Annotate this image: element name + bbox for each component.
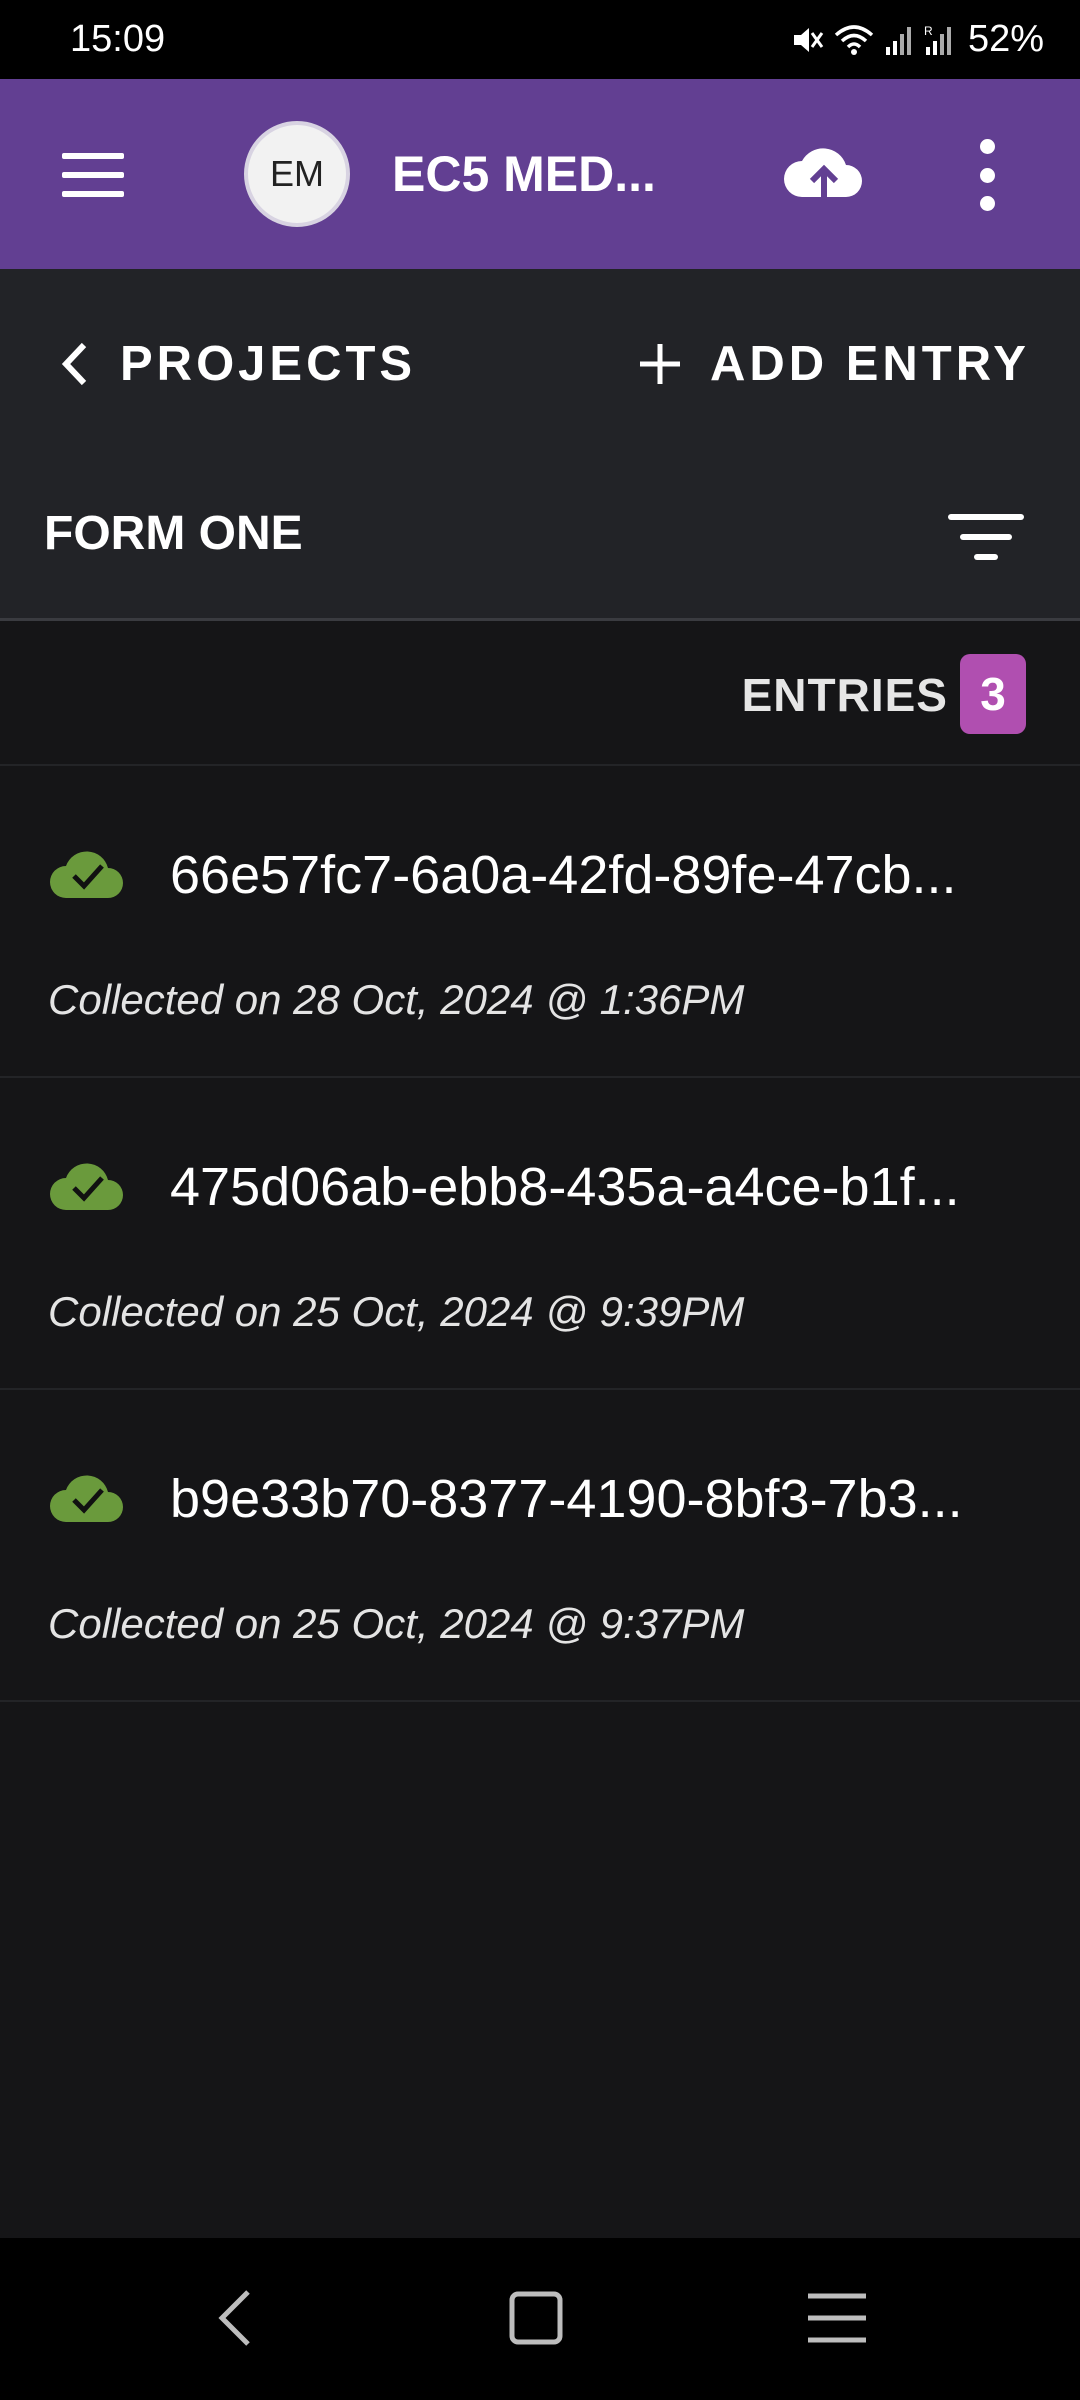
entries-header: ENTRIES 3: [0, 624, 1080, 766]
roaming-signal-icon: R: [924, 24, 951, 55]
form-title: FORM ONE: [44, 507, 303, 560]
back-to-projects-button[interactable]: PROJECTS: [60, 320, 416, 408]
status-right: R 52%: [790, 18, 1044, 61]
nav-recents-icon[interactable]: [806, 2290, 868, 2346]
chevron-left-icon: [61, 342, 87, 386]
app-bar: EM EC5 MED...: [0, 79, 1080, 269]
entry-row[interactable]: 66e57fc7-6a0a-42fd-89fe-47cb... Collecte…: [0, 768, 1080, 1078]
add-entry-button[interactable]: ADD ENTRY: [638, 320, 1030, 408]
entries-label: ENTRIES: [741, 669, 948, 721]
cloud-synced-icon: [50, 1475, 123, 1522]
cloud-upload-icon[interactable]: [780, 137, 868, 213]
status-time: 15:09: [70, 18, 166, 60]
entry-row[interactable]: 475d06ab-ebb8-435a-a4ce-b1f... Collected…: [0, 1080, 1080, 1390]
entry-title: 66e57fc7-6a0a-42fd-89fe-47cb...: [170, 845, 957, 905]
hamburger-menu-icon[interactable]: [62, 153, 124, 197]
project-title: EC5 MED...: [392, 146, 656, 202]
nav-back-icon[interactable]: [206, 2288, 266, 2348]
mute-icon: [793, 27, 824, 52]
filter-icon[interactable]: [946, 512, 1026, 564]
entry-title: 475d06ab-ebb8-435a-a4ce-b1f...: [170, 1157, 960, 1217]
status-bar: 15:09 R 52%: [0, 0, 1080, 79]
cloud-synced-icon: [50, 1163, 123, 1210]
nav-home-icon[interactable]: [508, 2290, 564, 2346]
back-label: PROJECTS: [120, 337, 417, 391]
status-icons: R: [790, 23, 954, 57]
avatar[interactable]: EM: [244, 121, 350, 227]
entry-collected-date: Collected on 25 Oct, 2024 @ 9:37PM: [48, 1600, 745, 1647]
add-entry-label: ADD ENTRY: [709, 337, 1030, 391]
entries-count-badge: 3: [960, 654, 1026, 734]
cloud-synced-icon: [50, 851, 123, 898]
signal-icon: [885, 26, 911, 55]
system-nav-bar: [0, 2238, 1080, 2400]
wifi-icon: [834, 24, 874, 55]
entry-title: b9e33b70-8377-4190-8bf3-7b3...: [170, 1469, 963, 1529]
entry-collected-date: Collected on 25 Oct, 2024 @ 9:39PM: [48, 1288, 745, 1335]
plus-icon: [639, 344, 680, 384]
svg-text:R: R: [924, 24, 933, 38]
battery-level: 52%: [967, 18, 1044, 60]
entry-collected-date: Collected on 28 Oct, 2024 @ 1:36PM: [48, 976, 745, 1023]
more-vert-icon[interactable]: [970, 139, 1004, 211]
entry-row[interactable]: b9e33b70-8377-4190-8bf3-7b3... Collected…: [0, 1392, 1080, 1702]
